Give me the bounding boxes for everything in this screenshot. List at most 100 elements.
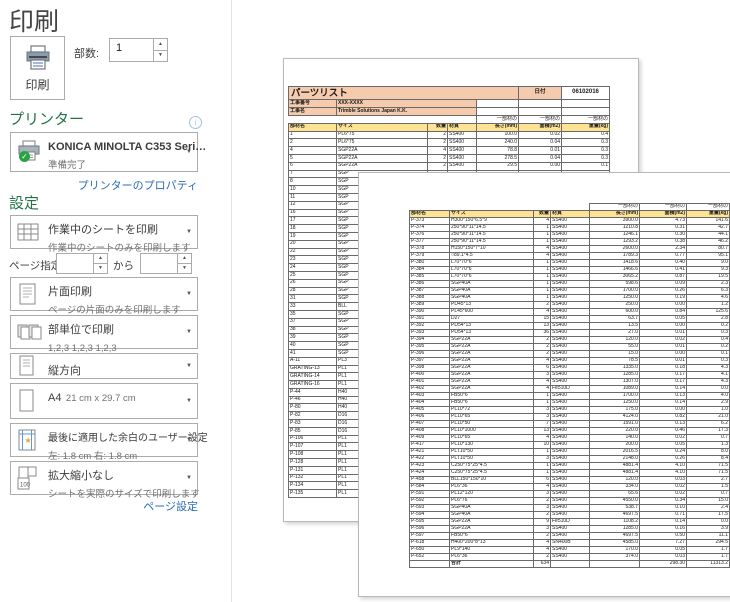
table-cell: P-387 bbox=[409, 287, 450, 295]
table-cell: 3 bbox=[533, 504, 551, 512]
print-button[interactable]: 印刷 bbox=[10, 36, 65, 100]
table-cell: 0.30 bbox=[639, 231, 687, 239]
table-cell: 合計 bbox=[449, 560, 534, 568]
table-cell: P-397 bbox=[409, 357, 450, 365]
table-cell: 0.87 bbox=[639, 273, 687, 281]
duplex-dropdown[interactable]: 片面印刷 ページの片面のみを印刷します ▼ bbox=[10, 277, 198, 316]
table-cell: SS400 bbox=[550, 350, 590, 358]
table-cell: 41 bbox=[288, 348, 337, 358]
table-cell: PL6*36 bbox=[449, 483, 534, 491]
table-cell: 0.04 bbox=[518, 153, 563, 163]
table-cell: SGP22A bbox=[336, 153, 428, 163]
table-cell: 175.0 bbox=[589, 406, 640, 414]
table-cell: 1.3 bbox=[686, 441, 730, 449]
table-cell: SS400 bbox=[550, 511, 590, 519]
table-cell: 部材名 bbox=[409, 210, 450, 218]
table-cell: P-388 bbox=[409, 294, 450, 302]
table-cell: 2 bbox=[427, 161, 448, 171]
table-row: P-380 L70*70*6 1 SS400 1418.6 0.40 9.0 bbox=[409, 259, 730, 267]
table-cell: 一部材の bbox=[475, 115, 520, 124]
table-cell: 19.5 bbox=[686, 273, 730, 281]
table-cell: 数量 bbox=[533, 210, 551, 218]
table-cell: 2016.5 bbox=[589, 448, 640, 456]
collation-dropdown[interactable]: 部単位で印刷 1,2,3 1,2,3 1,2,3 ▼ bbox=[10, 315, 198, 354]
table-cell: 13 bbox=[533, 427, 551, 435]
table-cell: 1.5 bbox=[686, 483, 730, 491]
table-cell: SS400 bbox=[550, 490, 590, 498]
printer-properties-link[interactable]: プリンターのプロパティ bbox=[10, 177, 198, 193]
info-icon[interactable]: i bbox=[189, 116, 202, 129]
table-cell: 2148.0 bbox=[589, 455, 640, 463]
table-cell: SS400 bbox=[550, 343, 590, 351]
table-cell bbox=[409, 203, 590, 211]
table-cell: SGP40A bbox=[449, 287, 534, 295]
table-cell: 0.26 bbox=[639, 287, 687, 295]
table-cell: 1307.0 bbox=[589, 378, 640, 386]
print-what-dropdown[interactable]: 作業中のシートを印刷 作業中のシートのみを印刷します ▼ bbox=[10, 215, 198, 254]
copies-increment-button[interactable]: ▲ bbox=[154, 39, 167, 51]
paper-size-dropdown[interactable]: A4 21 cm x 29.7 cm ▼ bbox=[10, 383, 198, 419]
orientation-dropdown[interactable]: 縦方向 ▼ bbox=[10, 353, 198, 379]
svg-text:★: ★ bbox=[25, 436, 32, 445]
table-row: P-594 SGP40A 2 SS400 4697.5 0.71 17.5 bbox=[409, 511, 730, 519]
table-cell: 33 bbox=[288, 302, 337, 311]
table-cell: SS400 bbox=[550, 392, 590, 400]
table-cell: 0.00 bbox=[639, 322, 687, 330]
page-setup-link[interactable]: ページ設定 bbox=[10, 498, 198, 514]
table-cell: P-135 bbox=[288, 489, 337, 499]
table-cell: SS400 bbox=[550, 301, 590, 309]
table-cell: 4 bbox=[533, 483, 551, 491]
scaling-dropdown[interactable]: 100 拡大縮小なし シートを実際のサイズで印刷します ▼ bbox=[10, 461, 200, 500]
table-cell: 0.01 bbox=[639, 343, 687, 351]
table-cell: 0.17 bbox=[639, 378, 687, 386]
table-cell: 2600.0 bbox=[589, 245, 640, 253]
pages-from-stepper[interactable]: ▲ ▼ bbox=[56, 253, 108, 274]
table-cell: 6 bbox=[288, 161, 337, 171]
table-cell: 18 bbox=[288, 224, 337, 233]
table-cell: P-400 bbox=[409, 371, 450, 379]
table-row: P-423 C250*75*25*4.5 1 SS400 4881.4 4.10 71.5 bbox=[409, 462, 730, 470]
pages-to-decrement[interactable]: ▼ bbox=[178, 264, 191, 273]
table-cell: GRATING-14 bbox=[288, 372, 337, 382]
print-what-title: 作業中のシートを印刷 bbox=[48, 224, 158, 236]
pages-from-decrement[interactable]: ▼ bbox=[94, 264, 107, 273]
pages-from-increment[interactable]: ▲ bbox=[94, 254, 107, 264]
table-cell: 9.0 bbox=[686, 259, 730, 267]
pages-to-stepper[interactable]: ▲ ▼ bbox=[140, 253, 192, 274]
print-preview-area: パーツリスト 日付 06102016 工事番号 XXX-XXXX 工事名 Tri… bbox=[232, 0, 730, 602]
table-cell: P-591 bbox=[409, 490, 450, 498]
table-cell bbox=[288, 115, 477, 124]
table-cell: 26 bbox=[288, 278, 337, 288]
table-row: P-406 PL10*65 3 SS400 4124.0 0.82 21.0 bbox=[409, 413, 730, 421]
table-cell: 0.13 bbox=[639, 420, 687, 428]
table-cell: 598.6 bbox=[589, 280, 640, 288]
table-cell: SS400 bbox=[550, 462, 590, 470]
table-cell: SS400 bbox=[550, 245, 590, 253]
table-cell: SS400 bbox=[550, 504, 590, 512]
table-cell: P-377 bbox=[409, 238, 450, 246]
pages-to-increment[interactable]: ▲ bbox=[178, 254, 191, 264]
copies-stepper[interactable]: 1 ▲ ▼ bbox=[109, 38, 168, 62]
table-cell: 40 bbox=[288, 341, 337, 350]
excel-print-backstage: { "app": { "title": "印刷" }, "toolbar": {… bbox=[0, 0, 730, 602]
table-cell: 1700.0 bbox=[589, 287, 640, 295]
copies-decrement-button[interactable]: ▼ bbox=[154, 51, 167, 62]
table-cell: 23 bbox=[288, 255, 337, 265]
table-cell: A-11 bbox=[288, 356, 337, 366]
table-cell: 78.8 bbox=[475, 146, 520, 155]
table-row: パーツリスト 日付 06102016 bbox=[287, 86, 611, 100]
chevron-down-icon: ▼ bbox=[186, 149, 192, 155]
table-cell: 4.73 bbox=[639, 217, 687, 225]
margins-dropdown[interactable]: ★ 最後に適用した余白のユーザー設定 左: 1.8 cm 右: 1.8 cm ▼ bbox=[10, 423, 208, 462]
table-cell: SGP22A bbox=[449, 343, 534, 351]
table-cell: SS400 bbox=[550, 308, 590, 316]
table-row: P-387 SGP40A 1 SS400 1700.0 0.26 6.3 bbox=[409, 287, 730, 295]
table-cell: H150*150*7*10 bbox=[449, 245, 534, 253]
printer-dropdown[interactable]: ✓ KONICA MINOLTA C353 Seri… 準備完了 ▼ bbox=[10, 132, 206, 172]
table-cell: 374.0 bbox=[589, 553, 640, 561]
table-cell: P-393 bbox=[409, 329, 450, 337]
table-cell: 240.0 bbox=[475, 138, 520, 148]
table-cell: 17.5 bbox=[686, 511, 730, 519]
table-cell: 4 bbox=[533, 308, 551, 316]
table-cell: 3 bbox=[533, 413, 551, 421]
